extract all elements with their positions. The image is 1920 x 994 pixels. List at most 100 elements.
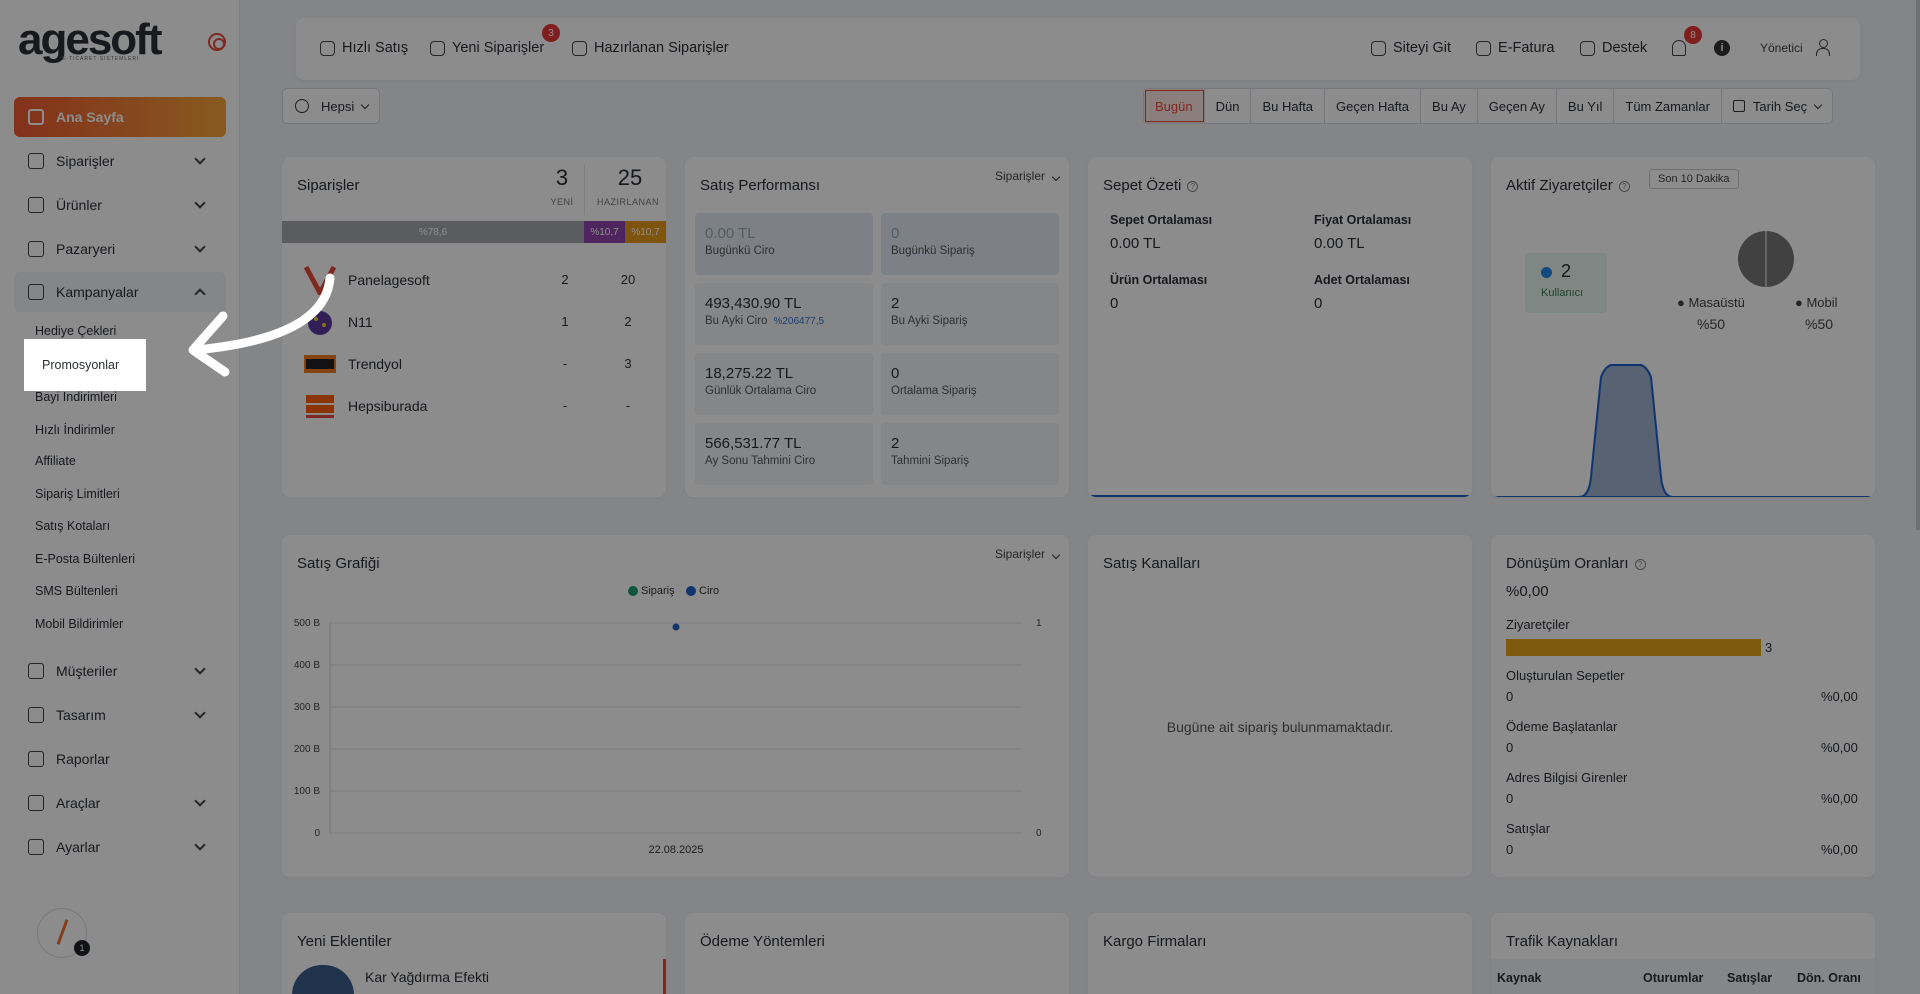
sales-performance-card: Satış Performansı Siparişler 0.00 TL Bugü… bbox=[685, 157, 1069, 497]
payment-methods-card: Ödeme Yöntemleri bbox=[685, 913, 1069, 994]
sub-sms-bulletins[interactable]: SMS Bültenleri bbox=[35, 584, 118, 598]
period-today[interactable]: Bugün bbox=[1144, 89, 1205, 123]
quick-sale-link[interactable]: Hızlı Satış bbox=[320, 40, 408, 56]
conversion-pct: %0,00 bbox=[1821, 740, 1858, 755]
perf-label: Bugünkü Sipariş bbox=[891, 245, 975, 257]
settings-target-icon[interactable] bbox=[208, 33, 226, 51]
help-icon[interactable]: ? bbox=[1634, 558, 1646, 570]
channel-row[interactable]: Panelagesoft bbox=[303, 265, 654, 299]
sub-affiliate[interactable]: Affiliate bbox=[35, 454, 76, 468]
channel-row[interactable]: N11 bbox=[304, 307, 654, 337]
channel-prep-count: 2 bbox=[624, 314, 632, 329]
channel-name: N11 bbox=[348, 314, 373, 330]
go-site-label: Siteyi Git bbox=[1393, 40, 1452, 56]
period-this-month[interactable]: Bu Ay bbox=[1421, 89, 1478, 123]
period-last-week[interactable]: Geçen Hafta bbox=[1325, 89, 1422, 123]
quick-sale-label: Hızlı Satış bbox=[342, 40, 409, 56]
traffic-col-header: Dön. Oranı bbox=[1797, 971, 1861, 985]
info-icon[interactable]: i bbox=[1714, 40, 1730, 56]
sub-gift-cards[interactable]: Hediye Çekleri bbox=[35, 324, 116, 338]
cloud-icon bbox=[28, 241, 44, 257]
y2-tick-label: 0 bbox=[1036, 828, 1042, 839]
support-link[interactable]: Destek bbox=[1580, 40, 1647, 56]
period-tabs: Bugün Dün Bu Hafta Geçen Hafta Bu Ay Geç… bbox=[1143, 88, 1834, 124]
nav-marketplace[interactable]: Pazaryeri bbox=[14, 229, 226, 269]
sub-dealer-discounts[interactable]: Bayi İndirimleri bbox=[35, 390, 117, 404]
nav-settings[interactable]: Ayarlar bbox=[14, 827, 226, 867]
user-name[interactable]: Yönetici bbox=[1760, 41, 1803, 55]
period-this-week[interactable]: Bu Hafta bbox=[1251, 89, 1326, 123]
user-icon bbox=[28, 663, 44, 679]
new-orders-link[interactable]: Yeni Siparişler bbox=[430, 40, 544, 56]
nav-customers[interactable]: Müşteriler bbox=[14, 651, 226, 691]
plugin-thumbnail bbox=[292, 965, 354, 994]
sub-mobile-notifications[interactable]: Mobil Bildirimler bbox=[35, 617, 123, 631]
nav-home[interactable]: Ana Sayfa bbox=[14, 97, 226, 137]
status-bar-segment: %78,6 bbox=[282, 221, 584, 243]
status-bar-segment: %10,7 bbox=[625, 221, 666, 243]
nav-design[interactable]: Tasarım bbox=[14, 695, 226, 735]
channel-row[interactable]: Hepsiburada bbox=[304, 391, 654, 421]
sidebar: agesoft E-TICARET SISTEMLERI Ana Sayfa S… bbox=[0, 0, 240, 994]
perf-cell: 0 Bugünkü Sipariş bbox=[881, 213, 1059, 275]
ciro-data-point[interactable] bbox=[672, 623, 680, 631]
nav-tools[interactable]: Araçlar bbox=[14, 783, 226, 823]
page-scrollbar[interactable] bbox=[1916, 0, 1920, 530]
sub-promotions-highlight[interactable]: Promosyonlar bbox=[24, 339, 146, 391]
chevron-down-icon bbox=[194, 663, 206, 675]
traffic-col-header: Satışlar bbox=[1727, 971, 1773, 985]
period-all-time[interactable]: Tüm Zamanlar bbox=[1614, 89, 1722, 123]
perf-cell: 493,430.90 TL Bu Ayki Ciro %206477,5 bbox=[695, 283, 873, 345]
desktop-pct: %50 bbox=[1697, 316, 1726, 332]
perf-value: 0 bbox=[891, 365, 900, 382]
scope-select[interactable]: Hepsi bbox=[282, 88, 380, 124]
perf-value: 0.00 TL bbox=[705, 225, 756, 242]
nav-label: Ürünler bbox=[56, 197, 102, 213]
cargo-card: Kargo Firmaları bbox=[1088, 913, 1472, 994]
sub-sales-quotas[interactable]: Satış Kotaları bbox=[35, 519, 110, 533]
home-icon bbox=[28, 109, 44, 125]
bell-icon[interactable] bbox=[1672, 40, 1686, 56]
perf-value: 2 bbox=[891, 295, 900, 312]
nav-reports[interactable]: Raporlar bbox=[14, 739, 226, 779]
calendar-icon bbox=[1732, 100, 1745, 112]
performance-selector[interactable]: Siparişler bbox=[995, 169, 1061, 183]
new-orders-count: 3 bbox=[555, 165, 569, 190]
help-icon[interactable]: ? bbox=[1187, 180, 1199, 192]
period-last-month[interactable]: Geçen Ay bbox=[1478, 89, 1557, 123]
efatura-link[interactable]: E-Fatura bbox=[1476, 40, 1554, 56]
user-icon[interactable] bbox=[1816, 39, 1830, 56]
divider bbox=[584, 165, 585, 215]
prepared-orders-link[interactable]: Hazırlanan Siparişler bbox=[572, 40, 729, 56]
nav-products[interactable]: Ürünler bbox=[14, 185, 226, 225]
channel-new-count: - bbox=[562, 398, 568, 413]
period-this-year[interactable]: Bu Yıl bbox=[1557, 89, 1615, 123]
nav-label: Pazaryeri bbox=[56, 241, 116, 257]
traffic-col-header: Oturumlar bbox=[1643, 971, 1704, 985]
channel-name: Panelagesoft bbox=[348, 272, 430, 288]
traffic-title: Trafik Kaynakları bbox=[1506, 933, 1618, 950]
sub-quick-discounts[interactable]: Hızlı İndirimler bbox=[35, 423, 115, 437]
period-yesterday[interactable]: Dün bbox=[1205, 89, 1252, 123]
sub-order-limits[interactable]: Sipariş Limitleri bbox=[35, 487, 120, 501]
channel-prep-count: 3 bbox=[624, 356, 632, 371]
chevron-down-icon bbox=[194, 197, 206, 209]
conversion-pct: %0,00 bbox=[1821, 842, 1858, 857]
perf-label: Bu Ayki Ciro bbox=[705, 315, 768, 327]
date-select[interactable]: Tarih Seç bbox=[1722, 89, 1832, 123]
perf-value: 18,275.22 TL bbox=[705, 365, 794, 382]
channel-row[interactable]: Trendyol bbox=[304, 349, 654, 379]
box-icon bbox=[572, 40, 587, 56]
y-tick-label: 500 B bbox=[294, 618, 320, 629]
invoice-icon bbox=[1476, 40, 1491, 56]
perf-cell: 0 Ortalama Sipariş bbox=[881, 353, 1059, 415]
nav-orders[interactable]: Siparişler bbox=[14, 141, 226, 181]
nav-label: Raporlar bbox=[56, 751, 110, 767]
basket-stat-value: 0 bbox=[1314, 295, 1323, 312]
sub-email-bulletins[interactable]: E-Posta Bültenleri bbox=[35, 552, 135, 566]
desktop-label: Masaüstü bbox=[1688, 295, 1745, 310]
plugin-name[interactable]: Kar Yağdırma Efekti bbox=[365, 969, 489, 985]
visitor-dot bbox=[1541, 267, 1552, 278]
perf-label: Tahmini Sipariş bbox=[891, 455, 969, 467]
go-site-link[interactable]: Siteyi Git bbox=[1371, 40, 1451, 56]
